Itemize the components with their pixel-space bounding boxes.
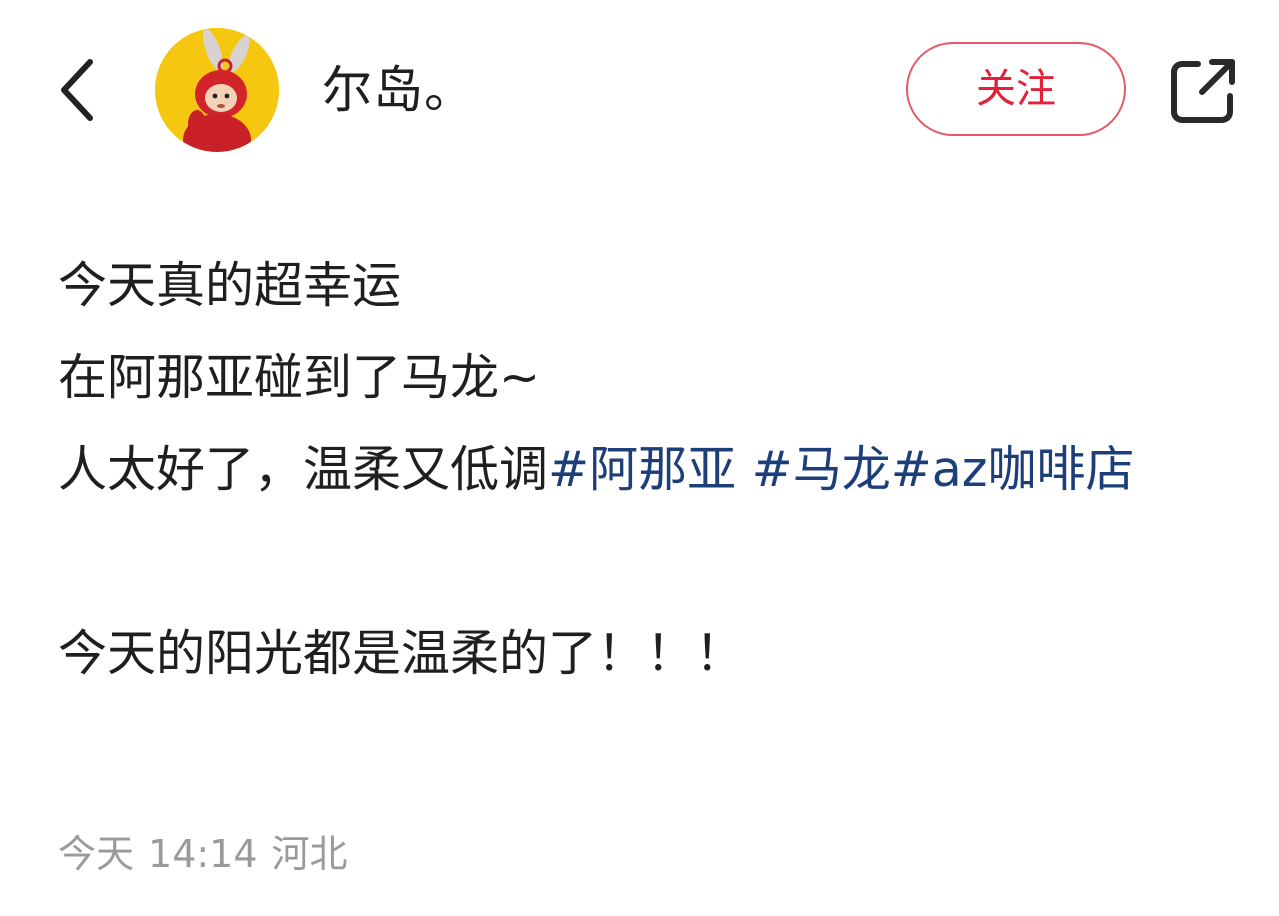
- top-bar: 尔岛。 关注: [0, 0, 1279, 180]
- follow-button[interactable]: 关注: [906, 42, 1126, 136]
- post-meta: 今天 14:14 河北: [58, 828, 362, 880]
- post-date: 今天: [58, 832, 135, 876]
- chevron-left-icon: [61, 59, 93, 121]
- post-location: 河北: [271, 832, 348, 876]
- share-button[interactable]: [1168, 54, 1240, 126]
- avatar[interactable]: [155, 28, 279, 152]
- post-line-with-tags: 人太好了，温柔又低调#阿那亚 #马龙#az咖啡店: [58, 424, 1248, 516]
- post-line: 今天的阳光都是温柔的了！！！: [58, 625, 745, 682]
- post-text: 人太好了，温柔又低调: [58, 441, 549, 498]
- hashtag-anaya[interactable]: #阿那亚: [548, 441, 752, 498]
- post-line: 在阿那亚碰到了马龙~: [58, 349, 541, 406]
- hashtag-malong[interactable]: #马龙: [752, 441, 891, 498]
- post-line: 今天真的超幸运: [58, 257, 402, 314]
- back-button[interactable]: [52, 50, 108, 130]
- post-time: 14:14: [148, 832, 258, 876]
- teletubby-po-avatar: [155, 28, 279, 152]
- username[interactable]: 尔岛。: [322, 56, 475, 124]
- hashtag-az-cafe[interactable]: #az咖啡店: [891, 441, 1135, 498]
- share-external-icon: [1171, 59, 1235, 123]
- post-content: 今天真的超幸运 在阿那亚碰到了马龙~ 人太好了，温柔又低调#阿那亚 #马龙#az…: [58, 240, 1248, 700]
